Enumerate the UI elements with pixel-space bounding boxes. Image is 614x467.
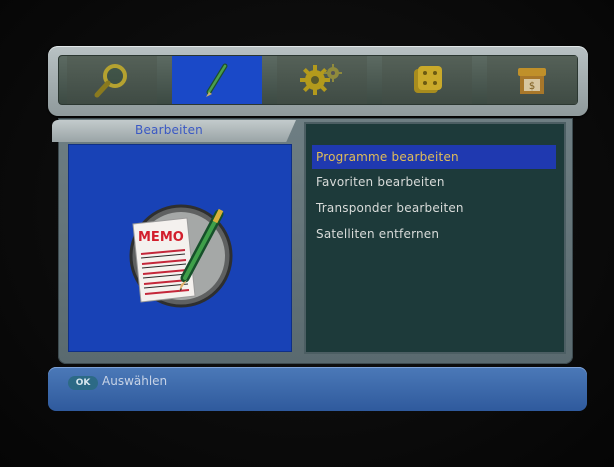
- shop-icon: $: [518, 68, 546, 94]
- tv-screen: $ Bearbeiten MEMO Programme bearbeiten F…: [0, 0, 614, 467]
- dice-icon: [414, 66, 442, 93]
- menu-item-satellites[interactable]: Satelliten entfernen: [312, 223, 556, 249]
- svg-text:$: $: [529, 81, 535, 92]
- help-bar: OK Auswählen: [48, 367, 587, 411]
- edit-options-list: Programme bearbeiten Favoriten bearbeite…: [304, 122, 566, 354]
- memo-label: MEMO: [138, 230, 184, 245]
- top-icon-bar: $: [48, 46, 588, 116]
- memo-pencil-icon: MEMO: [129, 204, 233, 308]
- magnifier-icon: [94, 64, 127, 98]
- select-hint: Auswählen: [102, 374, 168, 388]
- tab-tools[interactable]: [382, 56, 472, 104]
- section-title: Bearbeiten: [135, 123, 203, 137]
- pencil-icon: [206, 63, 228, 97]
- tab-search[interactable]: [67, 56, 157, 104]
- menu-item-transponder[interactable]: Transponder bearbeiten: [312, 197, 556, 223]
- tab-strip: $: [58, 55, 578, 105]
- tab-shop[interactable]: $: [487, 56, 577, 104]
- tab-edit[interactable]: [172, 56, 262, 104]
- menu-item-favorites[interactable]: Favoriten bearbeiten: [312, 171, 556, 197]
- illustration-area: MEMO: [68, 144, 292, 352]
- tab-settings[interactable]: [277, 56, 367, 104]
- ok-button-icon: OK: [68, 376, 98, 390]
- section-header: Bearbeiten: [52, 120, 296, 142]
- menu-item-programs[interactable]: Programme bearbeiten: [312, 145, 556, 169]
- gears-icon: [300, 64, 342, 95]
